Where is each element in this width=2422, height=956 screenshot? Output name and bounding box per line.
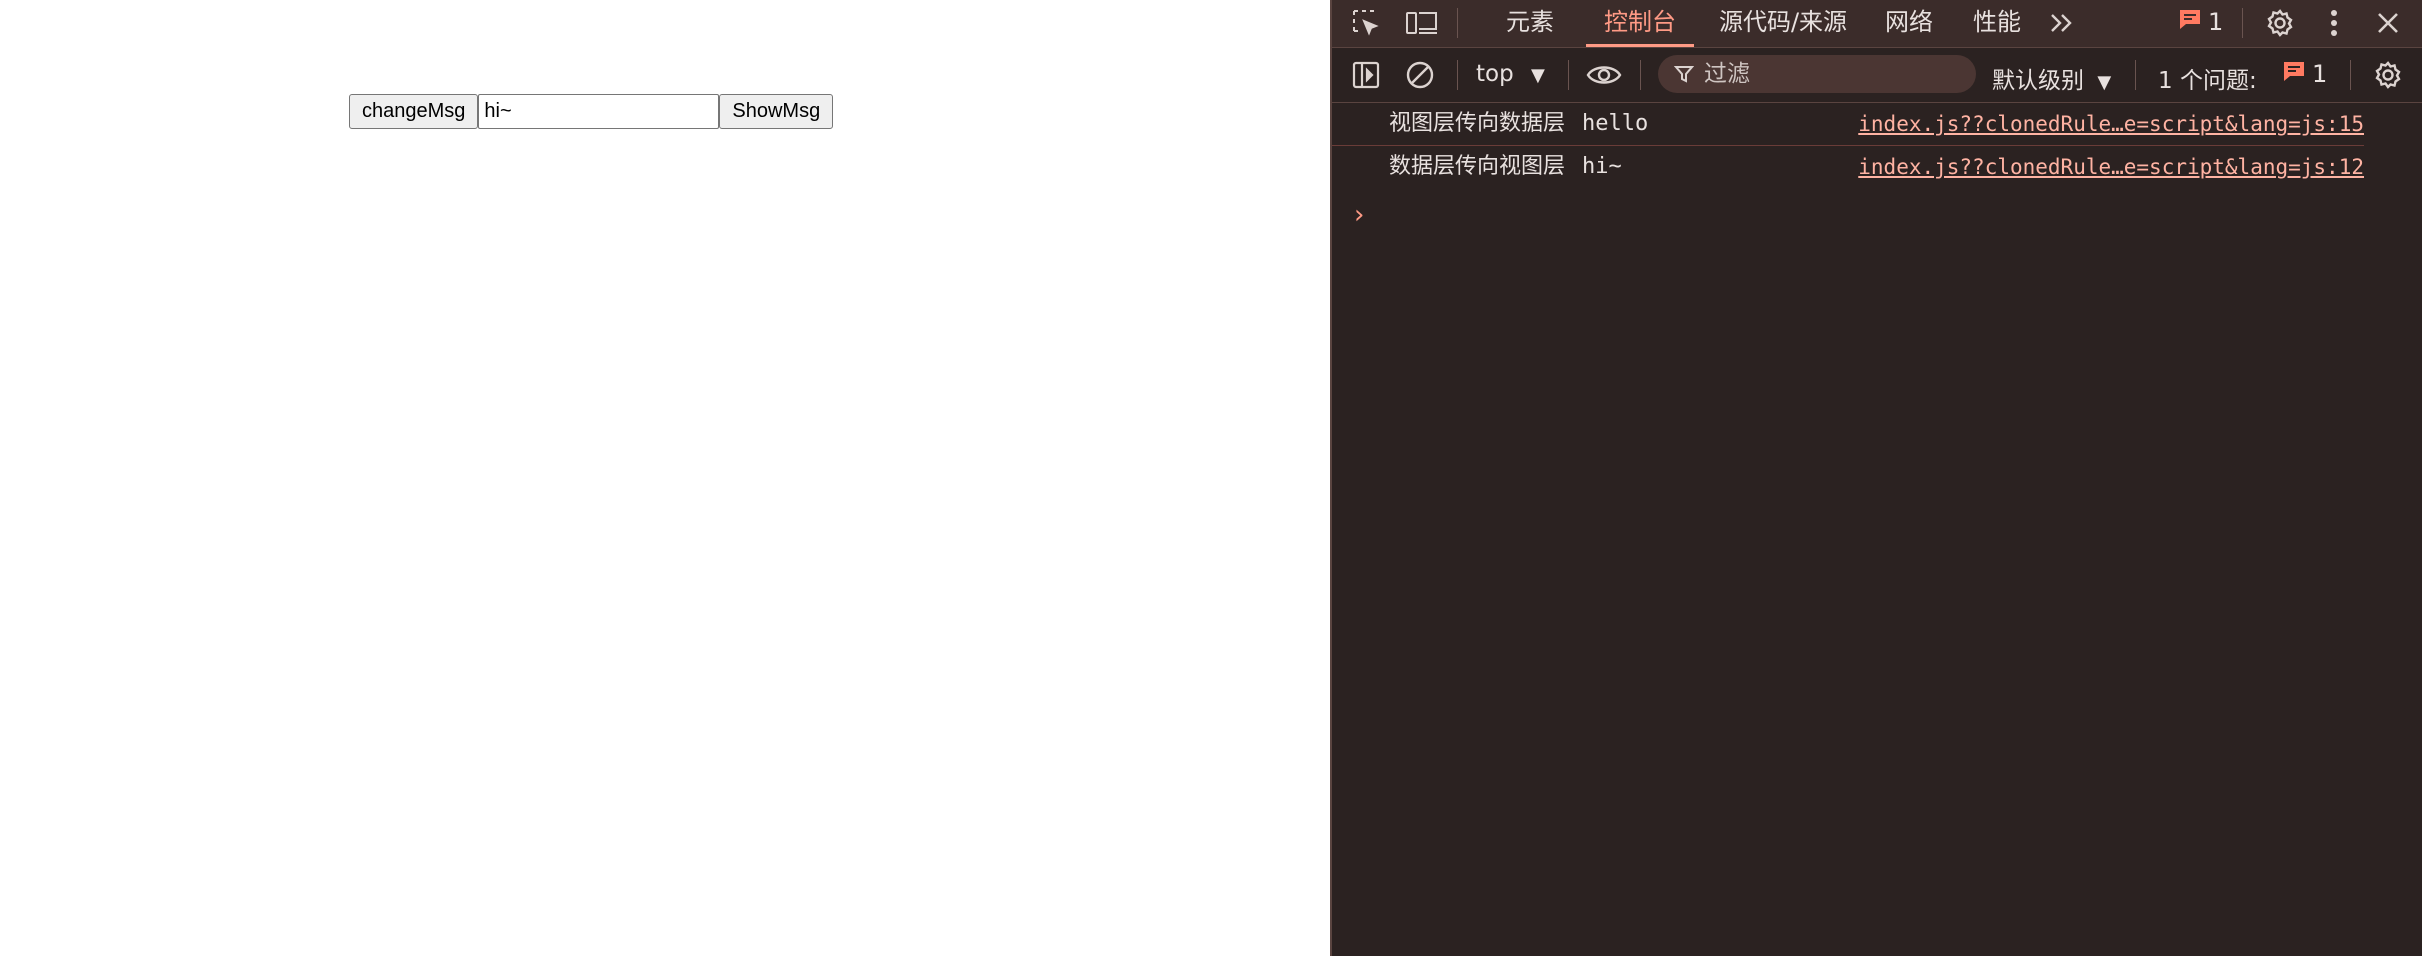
dropdown-arrow-icon: ▼ [1531, 65, 1545, 86]
clear-console-icon[interactable] [1400, 55, 1440, 95]
inspect-element-icon[interactable] [1346, 3, 1386, 43]
log-label: 数据层传向视图层 [1389, 154, 1566, 179]
change-msg-button[interactable]: changeMsg [349, 94, 479, 129]
console-log-row: 视图层传向数据层 hello index.js??clonedRule…e=sc… [1332, 103, 2364, 146]
tab-network[interactable]: 网络 [1872, 0, 1946, 47]
log-level-value: 默认级别 [1992, 68, 2084, 94]
context-selector[interactable]: top ▼ [1476, 61, 1545, 87]
issues-count: 1 [2312, 60, 2328, 88]
tab-console[interactable]: 控制台 [1586, 0, 1694, 47]
tab-performance[interactable]: 性能 [1960, 0, 2034, 47]
console-output: 视图层传向数据层 hello index.js??clonedRule…e=sc… [1332, 103, 2422, 188]
console-toolbar: top ▼ 默认级别 ▼ 1 个问题: 1 [1332, 48, 2422, 103]
eye-icon[interactable] [1584, 55, 1624, 95]
page-controls: changeMsg ShowMsg [349, 94, 834, 129]
log-message: 视图层传向数据层 hello [1389, 103, 1648, 145]
log-level-selector[interactable]: 默认级别 ▼ [1992, 61, 2111, 95]
console-settings-icon[interactable] [2368, 55, 2408, 95]
console-log-row: 数据层传向视图层 hi~ index.js??clonedRule…e=scri… [1332, 146, 2364, 188]
prompt-chevron-icon[interactable]: › [1354, 200, 1364, 230]
separator [1457, 8, 1458, 38]
separator [1640, 60, 1641, 90]
kebab-menu-icon[interactable] [2314, 3, 2354, 43]
dropdown-arrow-icon: ▼ [2097, 72, 2112, 93]
filter-icon [1674, 64, 1694, 84]
show-msg-button[interactable]: ShowMsg [719, 94, 834, 129]
separator [2135, 60, 2136, 90]
messages-badge[interactable]: 1 [2178, 8, 2223, 36]
page-viewport: changeMsg ShowMsg [0, 0, 1330, 956]
context-value: top [1476, 61, 1514, 87]
log-source-link[interactable]: index.js??clonedRule…e=script&lang=js:12 [1858, 146, 2364, 188]
separator [2242, 8, 2243, 38]
log-message: 数据层传向视图层 hi~ [1389, 146, 1622, 188]
separator [1457, 60, 1458, 90]
log-source-link[interactable]: index.js??clonedRule…e=script&lang=js:15 [1858, 103, 2364, 145]
separator [2350, 60, 2351, 90]
devtools-panel: 元素 控制台 源代码/来源 网络 性能 1 top ▼ 过滤 默认级别 ▼ 1 … [1330, 0, 2422, 956]
devtools-tabbar: 元素 控制台 源代码/来源 网络 性能 1 [1332, 0, 2422, 48]
tab-sources[interactable]: 源代码/来源 [1708, 0, 1858, 47]
issues-label: 1 个问题: [2158, 68, 2257, 94]
settings-icon[interactable] [2260, 3, 2300, 43]
issues-badge[interactable]: 1 [2282, 60, 2327, 88]
close-icon[interactable] [2368, 3, 2408, 43]
log-value: hi~ [1582, 154, 1622, 179]
separator [1568, 60, 1569, 90]
filter-field[interactable] [1658, 55, 1976, 93]
messages-count: 1 [2208, 8, 2224, 36]
device-toolbar-icon[interactable] [1402, 3, 1442, 43]
message-icon [2178, 8, 2202, 36]
log-value: hello [1582, 111, 1649, 136]
tab-elements[interactable]: 元素 [1480, 0, 1580, 47]
log-label: 视图层传向数据层 [1389, 111, 1566, 136]
message-icon [2282, 60, 2306, 88]
sidebar-toggle-icon[interactable] [1346, 55, 1386, 95]
filter-input[interactable] [1702, 60, 1946, 88]
more-tabs-icon[interactable] [2042, 3, 2082, 43]
message-input[interactable] [478, 94, 720, 129]
